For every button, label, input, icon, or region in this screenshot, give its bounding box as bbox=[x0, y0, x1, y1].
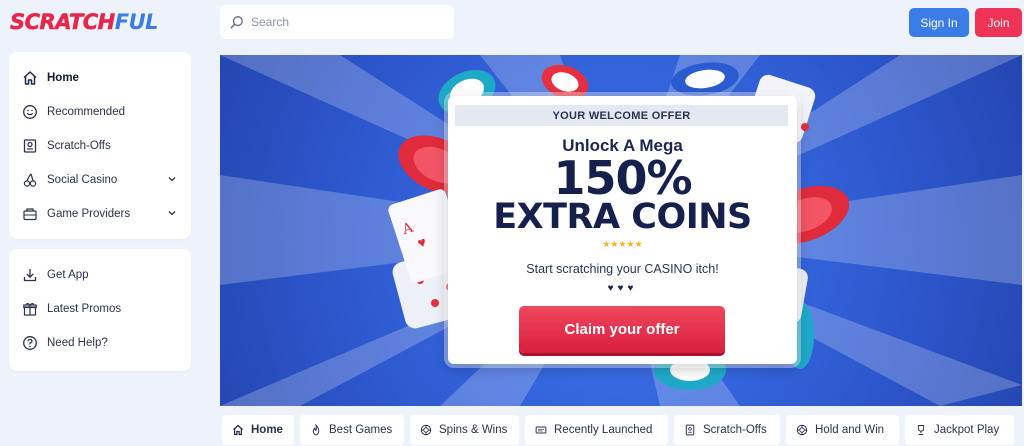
chip-icon bbox=[420, 424, 432, 436]
sidebar-item-game-providers[interactable]: Game Providers bbox=[9, 197, 191, 231]
sidebar-item-recommended[interactable]: Recommended bbox=[9, 95, 191, 129]
brand-logo[interactable]: SCRATCH FUL bbox=[10, 7, 159, 37]
home-icon bbox=[232, 424, 244, 436]
sidebar-item-scratch-offs[interactable]: Scratch-Offs bbox=[9, 129, 191, 163]
sidebar-item-need-help[interactable]: Need Help? bbox=[9, 326, 191, 360]
hero-banner: A ♥ YOUR WELCOME OFFER Unlock A Mega 150… bbox=[220, 55, 1022, 406]
gift-icon bbox=[21, 301, 38, 318]
sidebar-item-social-casino[interactable]: Social Casino bbox=[9, 163, 191, 197]
sidebar-item-label: Need Help? bbox=[47, 337, 108, 349]
sidebar-secondary-nav: Get App Latest Promos Need Help? bbox=[9, 249, 191, 371]
sidebar-item-label: Scratch-Offs bbox=[47, 140, 111, 152]
category-tab-jackpot-play[interactable]: Jackpot Play bbox=[905, 415, 1014, 445]
category-tab-hold-and-win[interactable]: Hold and Win bbox=[786, 415, 899, 445]
category-label: Hold and Win bbox=[815, 424, 885, 436]
logo-text-secondary: FUL bbox=[114, 10, 159, 34]
category-label: Jackpot Play bbox=[934, 424, 1000, 436]
sidebar-item-label: Game Providers bbox=[47, 208, 131, 220]
flame-icon bbox=[310, 424, 322, 436]
category-tab-scratch-offs[interactable]: Scratch-Offs bbox=[674, 415, 780, 445]
search-placeholder: Search bbox=[251, 15, 290, 29]
smiley-icon bbox=[21, 104, 38, 121]
download-icon bbox=[21, 267, 38, 284]
sign-in-button[interactable]: Sign In bbox=[909, 8, 969, 37]
category-tab-spins-wins[interactable]: Spins & Wins bbox=[410, 415, 519, 445]
rating-stars: ★★★★★ bbox=[602, 239, 643, 249]
category-tab-home[interactable]: Home bbox=[222, 415, 294, 445]
heart-icons: ♥♥♥ bbox=[607, 283, 638, 294]
providers-icon bbox=[21, 206, 38, 223]
help-icon bbox=[21, 335, 38, 352]
home-icon bbox=[21, 70, 38, 87]
sidebar-item-home[interactable]: Home bbox=[9, 61, 191, 95]
category-label: Spins & Wins bbox=[439, 424, 508, 436]
category-label: Recently Launched bbox=[554, 424, 653, 436]
chevron-down-icon[interactable] bbox=[167, 174, 177, 187]
card-icon bbox=[684, 424, 696, 436]
trophy-icon bbox=[915, 424, 927, 436]
offer-headline: EXTRA COINS bbox=[493, 197, 752, 237]
logo-text-primary: SCRATCH bbox=[10, 10, 116, 35]
welcome-offer-card: YOUR WELCOME OFFER Unlock A Mega 150% EX… bbox=[448, 96, 797, 364]
ticket-icon bbox=[21, 138, 38, 155]
chevron-down-icon[interactable] bbox=[167, 208, 177, 221]
sidebar-item-label: Latest Promos bbox=[47, 303, 122, 315]
sidebar-item-latest-promos[interactable]: Latest Promos bbox=[9, 292, 191, 326]
sidebar-item-label: Recommended bbox=[47, 106, 125, 118]
search-icon bbox=[230, 16, 243, 29]
category-tab-best-games[interactable]: Best Games bbox=[300, 415, 404, 445]
sidebar-item-label: Social Casino bbox=[47, 174, 118, 186]
category-label: Best Games bbox=[329, 424, 393, 436]
sidebar-item-label: Get App bbox=[47, 269, 89, 281]
search-input[interactable]: Search bbox=[220, 5, 454, 39]
claim-offer-button[interactable]: Claim your offer bbox=[519, 306, 725, 353]
ticket-icon bbox=[535, 424, 547, 436]
category-label: Scratch-Offs bbox=[703, 424, 767, 436]
chip-icon bbox=[796, 424, 808, 436]
offer-header: YOUR WELCOME OFFER bbox=[455, 105, 788, 126]
sidebar-item-get-app[interactable]: Get App bbox=[9, 258, 191, 292]
sidebar-main-nav: Home Recommended Scratch-Offs Social Cas… bbox=[9, 52, 191, 239]
cherries-icon bbox=[21, 172, 38, 189]
category-label: Home bbox=[251, 424, 283, 436]
category-tab-recently-launched[interactable]: Recently Launched bbox=[525, 415, 668, 445]
sidebar-item-label: Home bbox=[47, 72, 79, 84]
join-button[interactable]: Join bbox=[975, 8, 1022, 37]
offer-tagline: Start scratching your CASINO itch! bbox=[526, 262, 719, 276]
